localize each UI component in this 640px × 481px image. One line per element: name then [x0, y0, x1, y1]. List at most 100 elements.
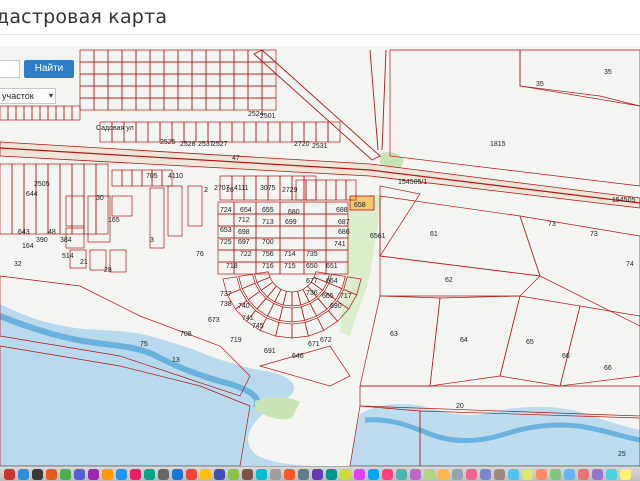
parcel[interactable] [149, 49, 165, 63]
parcel[interactable] [303, 213, 327, 227]
dock-app-icon[interactable] [438, 469, 449, 480]
cadastral-map[interactable]: 154505/1 154505 47 35 35 61 62 63 64 65 66 66 73 73 74… [0, 46, 640, 466]
parcel[interactable] [205, 73, 221, 87]
parcel[interactable] [219, 85, 235, 99]
parcel[interactable] [177, 97, 193, 111]
parcel[interactable] [111, 169, 123, 187]
parcel[interactable] [93, 97, 109, 111]
dock-app-icon[interactable] [46, 469, 57, 480]
parcel[interactable] [191, 97, 207, 111]
parcel[interactable] [255, 121, 269, 143]
dock-app-icon[interactable] [396, 469, 407, 480]
dock-app-icon[interactable] [144, 469, 155, 480]
dock-app-icon[interactable] [130, 469, 141, 480]
parcel[interactable] [291, 322, 309, 339]
dock-app-icon[interactable] [186, 469, 197, 480]
parcel[interactable] [23, 105, 33, 121]
parcel[interactable] [359, 295, 441, 387]
parcel[interactable] [305, 179, 317, 201]
parcel[interactable] [255, 225, 281, 239]
parcel[interactable] [335, 179, 347, 201]
dock-app-icon[interactable] [410, 469, 421, 480]
parcel[interactable] [191, 73, 207, 87]
parcel[interactable] [327, 121, 341, 143]
parcel[interactable] [499, 295, 581, 387]
parcel[interactable] [187, 185, 203, 227]
parcel[interactable] [79, 97, 95, 111]
dock-app-icon[interactable] [466, 469, 477, 480]
parcel[interactable] [47, 105, 57, 121]
parcel[interactable] [163, 85, 179, 99]
parcel[interactable] [279, 237, 305, 251]
dock-app-icon[interactable] [592, 469, 603, 480]
dock-app-icon[interactable] [172, 469, 183, 480]
parcel[interactable] [0, 163, 13, 235]
search-input[interactable] [0, 60, 20, 78]
parcel[interactable] [379, 255, 541, 297]
parcel[interactable] [135, 61, 151, 75]
parcel[interactable] [0, 105, 9, 121]
parcel[interactable] [247, 73, 263, 87]
parcel[interactable] [71, 163, 85, 235]
parcel[interactable] [247, 291, 267, 310]
parcel[interactable] [121, 49, 137, 63]
dock-app-icon[interactable] [326, 469, 337, 480]
parcel[interactable] [559, 305, 640, 387]
parcel[interactable] [261, 85, 277, 99]
parcel[interactable] [87, 195, 111, 243]
parcel[interactable] [177, 49, 193, 63]
parcel[interactable] [93, 85, 109, 99]
parcel[interactable] [217, 249, 235, 263]
parcel[interactable] [131, 169, 143, 187]
parcel[interactable] [79, 61, 95, 75]
parcel[interactable] [79, 85, 95, 99]
dock-app-icon[interactable] [522, 469, 533, 480]
parcel[interactable] [121, 85, 137, 99]
dock-app-icon[interactable] [60, 469, 71, 480]
parcel[interactable] [205, 49, 221, 63]
parcel[interactable] [205, 97, 221, 111]
parcel[interactable] [93, 61, 109, 75]
parcel[interactable] [254, 271, 271, 283]
parcel[interactable] [260, 281, 277, 298]
map-canvas[interactable]: 154505/115450547353561626364 656666737374… [0, 46, 640, 466]
parcel[interactable] [325, 249, 349, 263]
parcel[interactable] [47, 163, 61, 235]
parcel[interactable] [205, 85, 221, 99]
parcel[interactable] [219, 61, 235, 75]
parcel[interactable] [23, 163, 37, 235]
parcel[interactable] [303, 237, 327, 251]
parcel[interactable] [31, 105, 41, 121]
parcel[interactable] [207, 121, 221, 143]
dock-app-icon[interactable] [620, 469, 631, 480]
parcel[interactable] [303, 201, 327, 215]
parcel[interactable] [279, 121, 293, 143]
parcel[interactable] [291, 121, 305, 143]
dock-app-icon[interactable] [550, 469, 561, 480]
parcel[interactable] [163, 97, 179, 111]
parcel[interactable] [278, 306, 293, 323]
parcel[interactable] [379, 195, 541, 277]
parcel[interactable] [191, 85, 207, 99]
dock-app-icon[interactable] [74, 469, 85, 480]
dock-app-icon[interactable] [214, 469, 225, 480]
parcel[interactable] [217, 213, 235, 227]
parcel[interactable] [233, 97, 249, 111]
dock-app-icon[interactable] [564, 469, 575, 480]
dock-app-icon[interactable] [200, 469, 211, 480]
dock-app-icon[interactable] [116, 469, 127, 480]
parcel[interactable] [107, 49, 123, 63]
dock-app-icon[interactable] [578, 469, 589, 480]
dock-app-icon[interactable] [340, 469, 351, 480]
parcel[interactable] [303, 225, 327, 239]
parcel[interactable] [135, 49, 151, 63]
parcel[interactable] [135, 97, 151, 111]
parcel[interactable] [243, 121, 257, 143]
dock-app-icon[interactable] [88, 469, 99, 480]
parcel[interactable] [15, 105, 25, 121]
dock-app-icon[interactable] [298, 469, 309, 480]
parcel[interactable] [135, 73, 151, 87]
parcel[interactable] [219, 97, 235, 111]
parcel[interactable] [121, 169, 133, 187]
parcel[interactable] [79, 73, 95, 87]
